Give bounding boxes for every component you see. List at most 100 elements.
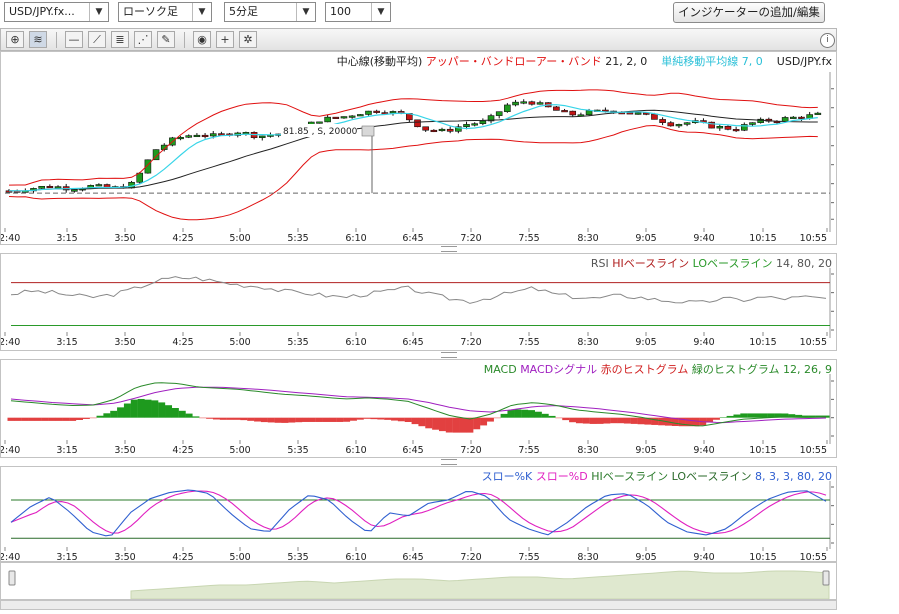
trend-line-icon[interactable]: ⟋ — [88, 31, 106, 48]
camera-icon[interactable]: ◉ — [193, 31, 211, 48]
settings-icon[interactable]: ✲ — [239, 31, 257, 48]
macd-green-histogram-bar — [185, 413, 193, 418]
macd-red-histogram-bar — [466, 417, 474, 433]
candle — [471, 123, 478, 126]
price-chart-pane[interactable]: 中心線(移動平均) アッパー・バンドローアー・バンド 21, 2, 0 単純移動… — [0, 51, 837, 245]
info-icon[interactable]: i — [820, 33, 835, 48]
candle — [626, 112, 634, 115]
macd-red-histogram-bar — [445, 417, 453, 433]
macd-red-histogram-bar — [212, 417, 220, 420]
macd-red-histogram-bar — [34, 417, 42, 421]
macd-red-histogram-bar — [397, 417, 405, 422]
macd-red-histogram-bar — [603, 417, 611, 424]
horizontal-scrollbar[interactable] — [0, 600, 837, 610]
macd-red-histogram-bar — [452, 417, 460, 433]
x-tick-label: 4:25 — [172, 552, 193, 561]
pane-resize-handle[interactable] — [441, 459, 457, 465]
macd-green-histogram-bar — [151, 400, 159, 418]
macd-red-histogram-bar — [486, 417, 494, 422]
macd-green-histogram-bar — [548, 415, 556, 418]
candle — [446, 128, 454, 132]
macd-red-histogram-bar — [384, 417, 392, 420]
fibonacci-icon[interactable]: ≣ — [111, 31, 129, 48]
macd-green-histogram-bar — [760, 413, 768, 418]
candle — [790, 116, 797, 119]
x-tick-label: 2:40 — [1, 233, 20, 244]
candle — [430, 129, 438, 133]
x-tick-label: 5:00 — [229, 445, 250, 456]
eraser-icon[interactable]: ✎ — [157, 31, 175, 48]
rsi-pane[interactable]: RSI HIベースライン LOベースライン 14, 80, 20 88.863.… — [0, 253, 837, 351]
x-tick-label: 7:55 — [518, 445, 539, 456]
macd-red-histogram-bar — [308, 417, 316, 422]
macd-red-histogram-bar — [206, 417, 214, 419]
x-tick-label: 3:15 — [56, 445, 77, 456]
x-tick-label: 9:40 — [693, 552, 714, 561]
macd-pane[interactable]: MACD MACDシグナル 赤のヒストグラム 緑のヒストグラム 12, 26, … — [0, 359, 837, 458]
candle — [389, 111, 397, 114]
candle — [536, 102, 544, 105]
pane-resize-handle[interactable] — [441, 352, 457, 358]
time-navigator[interactable] — [0, 562, 837, 600]
macd-green-histogram-bar — [192, 416, 200, 418]
timeframe-dropdown[interactable]: 5分足 ▼ — [224, 2, 316, 22]
chart-type-value: ローソク足 — [123, 5, 178, 18]
chevron-down-icon: ▼ — [192, 3, 211, 21]
x-tick-label: 3:15 — [56, 552, 77, 561]
horizontal-line-icon[interactable]: — — [65, 31, 83, 48]
candle — [569, 110, 577, 116]
x-tick-label: 7:55 — [518, 337, 539, 348]
macd-red-histogram-bar — [41, 417, 49, 421]
navigator-right-handle — [822, 570, 830, 586]
macd-red-histogram-bar — [260, 417, 268, 423]
chart-type-dropdown[interactable]: ローソク足 ▼ — [118, 2, 212, 22]
stochastic-pane[interactable]: スロー%K スロー%D HIベースライン LOベースライン 8, 3, 3, 8… — [0, 466, 837, 562]
macd-red-histogram-bar — [295, 417, 303, 423]
navigator-chart — [8, 570, 830, 599]
symbol-dropdown[interactable]: USD/JPY.fx... ▼ — [4, 2, 109, 22]
pane-resize-handle[interactable] — [441, 246, 457, 252]
macd-red-histogram-bar — [418, 417, 426, 427]
macd-red-histogram-bar — [329, 417, 337, 422]
macd-green-histogram-bar — [507, 410, 515, 418]
candle — [177, 137, 184, 140]
candle — [724, 125, 732, 130]
add-indicator-button[interactable]: インジケーターの追加/編集 — [673, 2, 825, 23]
macd-red-histogram-bar — [459, 417, 467, 433]
candle — [528, 101, 536, 105]
macd-red-histogram-bar — [247, 417, 255, 421]
x-tick-label: 7:20 — [460, 445, 481, 456]
x-tick-label: 3:50 — [114, 233, 135, 244]
candle — [561, 110, 568, 113]
macd-green-histogram-bar — [514, 409, 522, 418]
macd-green-histogram-bar — [117, 407, 125, 418]
top-controls: USD/JPY.fx... ▼ ローソク足 ▼ 5分足 ▼ 100 ▼ インジケ… — [0, 0, 899, 28]
add-chart-icon[interactable]: + — [216, 31, 234, 48]
candle — [332, 116, 340, 119]
x-tick-label: 9:40 — [693, 233, 714, 244]
macd-green-histogram-bar — [726, 415, 734, 418]
macd-red-histogram-bar — [55, 417, 63, 421]
x-tick-label: 5:00 — [229, 233, 250, 244]
chart-style-icon[interactable]: ≋ — [29, 31, 47, 48]
macd-red-histogram-bar — [596, 417, 604, 424]
x-tick-label: 10:55 — [800, 233, 827, 244]
macd-green-histogram-bar — [96, 415, 104, 418]
macd-red-histogram-bar — [391, 417, 399, 421]
macd-green-histogram-bar — [110, 410, 118, 418]
chevron-down-icon: ▼ — [371, 3, 390, 21]
macd-red-histogram-bar — [75, 417, 83, 420]
macd-red-histogram-bar — [226, 417, 234, 420]
macd-green-histogram-bar — [144, 399, 152, 418]
candle — [814, 112, 822, 115]
x-tick-label: 4:25 — [172, 337, 193, 348]
count-dropdown[interactable]: 100 ▼ — [325, 2, 391, 22]
drawing-tool-icon[interactable]: ⋰ — [134, 31, 152, 48]
macd-chart: 0.07040.03940.0085-0.02242:403:153:504:2… — [1, 374, 834, 456]
x-tick-label: 7:55 — [518, 233, 539, 244]
macd-red-histogram-bar — [637, 417, 645, 425]
crosshair-icon[interactable]: ⊕ — [6, 31, 24, 48]
macd-red-histogram-bar — [555, 417, 563, 419]
candle — [71, 189, 78, 192]
candle — [54, 186, 62, 189]
